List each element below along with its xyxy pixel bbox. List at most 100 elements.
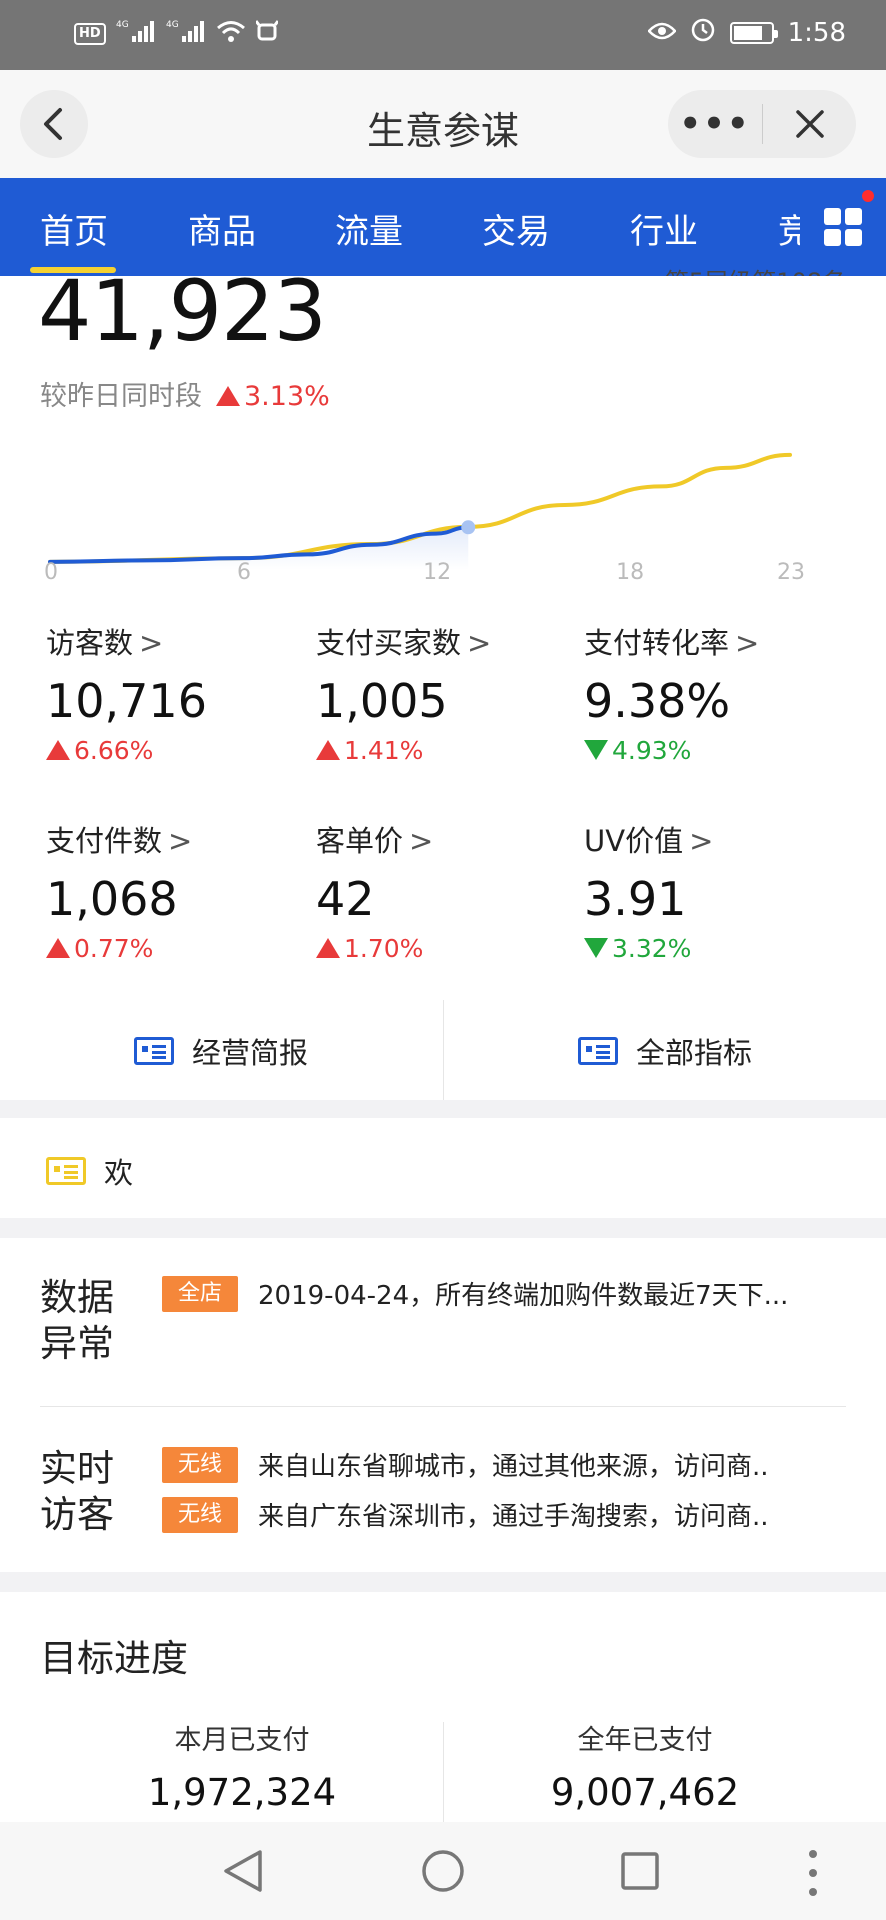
data-anomaly-title: 数据 异常 xyxy=(40,1276,114,1365)
compare-label: 较昨日同时段 xyxy=(40,381,202,412)
up-arrow-icon xyxy=(316,938,340,958)
x-tick-label: 12 xyxy=(423,560,452,585)
metric-uv-value[interactable]: UV价值 > 3.91 3.32% xyxy=(584,818,844,963)
metric-label: 客单价 > xyxy=(316,824,434,858)
home-nav-icon[interactable] xyxy=(421,1848,465,1898)
data-anomaly-section[interactable]: 数据 异常 全店 2019-04-24，所有终端加购件数最近7天下... xyxy=(0,1238,886,1406)
notice-bar[interactable]: 欢 xyxy=(0,1118,886,1218)
signal-icon-1: 4G xyxy=(116,18,156,49)
metric-label: 支付件数 > xyxy=(46,824,193,858)
metric-value: 9.38% xyxy=(584,674,731,728)
actions-divider xyxy=(443,1000,444,1100)
metric-paid-items[interactable]: 支付件数 > 1,068 0.77% xyxy=(46,818,306,963)
month-paid-value: 1,972,324 xyxy=(147,1771,337,1814)
metric-visitors[interactable]: 访客数 > 10,716 6.66% xyxy=(46,620,306,765)
status-bar: HD 4G 4G 1:58 xyxy=(0,0,886,70)
mini-program-capsule: ••• xyxy=(668,90,856,158)
compare-row: 较昨日同时段 3.13% xyxy=(40,374,330,413)
tab-transactions[interactable]: 交易 xyxy=(482,204,550,253)
business-report-button[interactable]: 经营简报 xyxy=(134,1030,308,1072)
actions-row: 经营简报 全部指标 xyxy=(0,1000,886,1100)
visitor-item[interactable]: 无线 来自广东省深圳市，通过手淘搜索，访问商.. xyxy=(162,1496,862,1533)
metric-avg-order-value[interactable]: 客单价 > 42 1.70% xyxy=(316,818,576,963)
more-vertical-icon[interactable] xyxy=(806,1848,820,1902)
metric-label: UV价值 > xyxy=(584,824,714,858)
chevron-right-icon: > xyxy=(409,824,434,858)
notification-dot xyxy=(862,190,874,202)
metric-label: 支付买家数 > xyxy=(316,626,492,660)
visitor-item[interactable]: 无线 来自山东省聊城市，通过其他来源，访问商.. xyxy=(162,1446,862,1483)
metric-conversion-rate[interactable]: 支付转化率 > 9.38% 4.93% xyxy=(584,620,844,765)
svg-text:4G: 4G xyxy=(116,20,129,30)
section-gap xyxy=(0,1572,886,1592)
clock-icon xyxy=(690,16,716,49)
month-paid-label: 本月已支付 xyxy=(174,1725,310,1756)
clock-time: 1:58 xyxy=(787,17,846,48)
report-icon xyxy=(134,1037,174,1065)
anomaly-item[interactable]: 全店 2019-04-24，所有终端加购件数最近7天下... xyxy=(162,1275,862,1312)
realtime-visitors-section[interactable]: 实时 访客 无线 来自山东省聊城市，通过其他来源，访问商.. 无线 来自广东省深… xyxy=(0,1406,886,1572)
close-button[interactable] xyxy=(763,108,856,140)
up-arrow-icon xyxy=(216,386,240,406)
tab-products[interactable]: 商品 xyxy=(188,204,256,253)
back-nav-icon[interactable] xyxy=(222,1848,264,1898)
goal-progress-title: 目标进度 xyxy=(40,1637,188,1680)
metric-value: 1,068 xyxy=(46,872,178,926)
metric-label: 支付转化率 > xyxy=(584,626,760,660)
metric-value: 1,005 xyxy=(316,674,448,728)
tab-industry[interactable]: 行业 xyxy=(630,204,698,253)
metric-change: 3.32% xyxy=(584,934,844,963)
system-nav-bar xyxy=(0,1822,886,1920)
channel-badge: 无线 xyxy=(162,1496,239,1533)
all-metrics-button[interactable]: 全部指标 xyxy=(578,1030,752,1072)
tab-home[interactable]: 首页 xyxy=(40,204,108,253)
chevron-right-icon: > xyxy=(139,626,164,660)
down-arrow-icon xyxy=(584,740,608,760)
visitor-text: 来自山东省聊城市，通过其他来源，访问商.. xyxy=(258,1452,769,1482)
metric-change: 4.93% xyxy=(584,736,844,765)
rank-text-partial: 第5层级第108名 xyxy=(665,262,846,276)
nav-bar: 生意参谋 ••• xyxy=(0,70,886,178)
more-button[interactable]: ••• xyxy=(668,104,762,144)
recents-nav-icon[interactable] xyxy=(620,1848,660,1898)
channel-badge: 无线 xyxy=(162,1446,239,1483)
metrics-list-icon xyxy=(578,1037,618,1065)
x-tick-label: 6 xyxy=(237,560,252,585)
up-arrow-icon xyxy=(46,740,70,760)
up-arrow-icon xyxy=(316,740,340,760)
scope-badge: 全店 xyxy=(162,1275,239,1312)
metric-paying-buyers[interactable]: 支付买家数 > 1,005 1.41% xyxy=(316,620,576,765)
compare-change: 3.13% xyxy=(216,381,330,412)
anomaly-text: 2019-04-24，所有终端加购件数最近7天下... xyxy=(258,1281,789,1311)
metric-value: 10,716 xyxy=(46,674,207,728)
notice-icon xyxy=(46,1157,86,1185)
metric-change: 0.77% xyxy=(46,934,306,963)
goal-divider xyxy=(443,1722,444,1822)
section-gap xyxy=(0,1218,886,1238)
all-metrics-label: 全部指标 xyxy=(636,1036,753,1070)
x-tick-label: 18 xyxy=(616,560,645,585)
x-tick-label: 0 xyxy=(44,560,58,585)
visitor-text: 来自广东省深圳市，通过手淘搜索，访问商.. xyxy=(258,1502,769,1532)
chevron-right-icon: > xyxy=(689,824,714,858)
metric-change: 1.70% xyxy=(316,934,576,963)
signal-icon-2: 4G xyxy=(166,18,206,49)
year-paid[interactable]: 全年已支付 9,007,462 xyxy=(465,1718,825,1814)
month-paid[interactable]: 本月已支付 1,972,324 xyxy=(62,1718,422,1814)
notice-text: 欢 xyxy=(104,1156,134,1190)
tab-traffic[interactable]: 流量 xyxy=(335,204,403,253)
close-icon xyxy=(795,110,824,138)
year-paid-value: 9,007,462 xyxy=(550,1771,740,1814)
metric-change: 1.41% xyxy=(316,736,576,765)
today-area xyxy=(50,527,469,570)
chevron-right-icon: > xyxy=(467,626,492,660)
metric-value: 3.91 xyxy=(584,872,687,926)
realtime-visitors-title: 实时 访客 xyxy=(40,1447,114,1536)
metric-change: 6.66% xyxy=(46,736,306,765)
chevron-right-icon: > xyxy=(168,824,193,858)
current-point xyxy=(461,520,476,535)
up-arrow-icon xyxy=(46,938,70,958)
battery-icon xyxy=(729,21,778,44)
eye-icon xyxy=(646,18,677,48)
metric-label: 访客数 > xyxy=(46,626,164,660)
